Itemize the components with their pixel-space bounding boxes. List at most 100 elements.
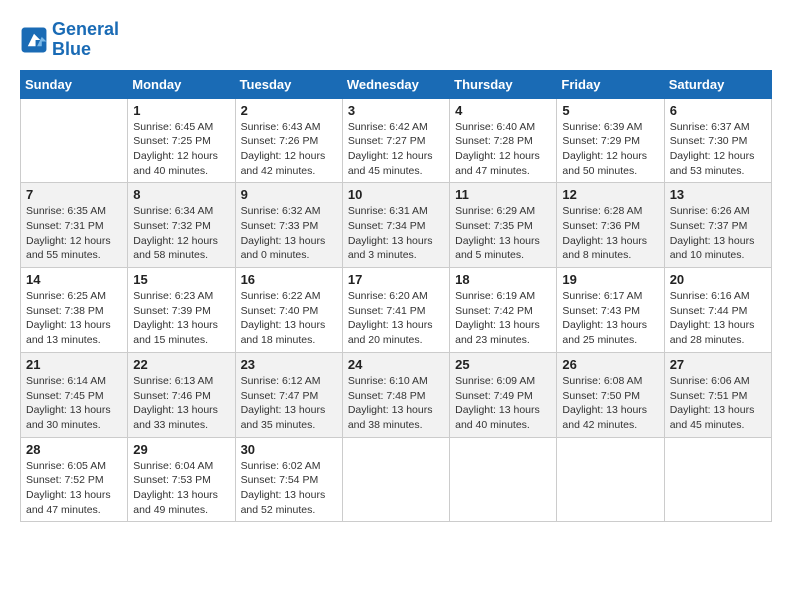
day-info: Sunrise: 6:37 AMSunset: 7:30 PMDaylight:…	[670, 120, 766, 179]
calendar-week-3: 14 Sunrise: 6:25 AMSunset: 7:38 PMDayligh…	[21, 268, 772, 353]
day-number: 16	[241, 272, 337, 287]
calendar-cell: 30 Sunrise: 6:02 AMSunset: 7:54 PMDayligh…	[235, 437, 342, 522]
calendar-cell: 12 Sunrise: 6:28 AMSunset: 7:36 PMDayligh…	[557, 183, 664, 268]
day-info: Sunrise: 6:35 AMSunset: 7:31 PMDaylight:…	[26, 204, 122, 263]
day-number: 4	[455, 103, 551, 118]
day-info: Sunrise: 6:09 AMSunset: 7:49 PMDaylight:…	[455, 374, 551, 433]
day-info: Sunrise: 6:32 AMSunset: 7:33 PMDaylight:…	[241, 204, 337, 263]
day-info: Sunrise: 6:28 AMSunset: 7:36 PMDaylight:…	[562, 204, 658, 263]
day-number: 14	[26, 272, 122, 287]
calendar-body: 1 Sunrise: 6:45 AMSunset: 7:25 PMDaylight…	[21, 98, 772, 522]
calendar-cell: 17Sunrise: 6:20 AMSunset: 7:41 PMDayligh…	[342, 268, 449, 353]
day-number: 12	[562, 187, 658, 202]
day-info: Sunrise: 6:22 AMSunset: 7:40 PMDaylight:…	[241, 289, 337, 348]
day-number: 13	[670, 187, 766, 202]
day-number: 30	[241, 442, 337, 457]
day-number: 23	[241, 357, 337, 372]
calendar-cell: 23 Sunrise: 6:12 AMSunset: 7:47 PMDayligh…	[235, 352, 342, 437]
day-number: 9	[241, 187, 337, 202]
logo-text: General Blue	[52, 20, 119, 60]
calendar-cell: 14 Sunrise: 6:25 AMSunset: 7:38 PMDayligh…	[21, 268, 128, 353]
calendar-cell: 20Sunrise: 6:16 AMSunset: 7:44 PMDayligh…	[664, 268, 771, 353]
calendar-cell	[21, 98, 128, 183]
day-info: Sunrise: 6:29 AMSunset: 7:35 PMDaylight:…	[455, 204, 551, 263]
day-number: 22	[133, 357, 229, 372]
calendar-cell: 10Sunrise: 6:31 AMSunset: 7:34 PMDayligh…	[342, 183, 449, 268]
calendar-cell: 6 Sunrise: 6:37 AMSunset: 7:30 PMDaylight…	[664, 98, 771, 183]
day-number: 11	[455, 187, 551, 202]
day-number: 6	[670, 103, 766, 118]
column-header-friday: Friday	[557, 70, 664, 98]
day-info: Sunrise: 6:12 AMSunset: 7:47 PMDaylight:…	[241, 374, 337, 433]
day-number: 2	[241, 103, 337, 118]
calendar-cell: 11 Sunrise: 6:29 AMSunset: 7:35 PMDayligh…	[450, 183, 557, 268]
day-info: Sunrise: 6:06 AMSunset: 7:51 PMDaylight:…	[670, 374, 766, 433]
calendar-cell: 4 Sunrise: 6:40 AMSunset: 7:28 PMDaylight…	[450, 98, 557, 183]
column-header-monday: Monday	[128, 70, 235, 98]
day-info: Sunrise: 6:25 AMSunset: 7:38 PMDaylight:…	[26, 289, 122, 348]
calendar-cell: 9 Sunrise: 6:32 AMSunset: 7:33 PMDaylight…	[235, 183, 342, 268]
calendar-cell	[450, 437, 557, 522]
calendar-week-4: 21 Sunrise: 6:14 AMSunset: 7:45 PMDayligh…	[21, 352, 772, 437]
day-info: Sunrise: 6:40 AMSunset: 7:28 PMDaylight:…	[455, 120, 551, 179]
logo: General Blue	[20, 20, 119, 60]
calendar-header: SundayMondayTuesdayWednesdayThursdayFrid…	[21, 70, 772, 98]
column-header-wednesday: Wednesday	[342, 70, 449, 98]
day-number: 28	[26, 442, 122, 457]
header-row: SundayMondayTuesdayWednesdayThursdayFrid…	[21, 70, 772, 98]
calendar-cell: 29 Sunrise: 6:04 AMSunset: 7:53 PMDayligh…	[128, 437, 235, 522]
day-number: 19	[562, 272, 658, 287]
calendar-cell: 19 Sunrise: 6:17 AMSunset: 7:43 PMDayligh…	[557, 268, 664, 353]
day-info: Sunrise: 6:17 AMSunset: 7:43 PMDaylight:…	[562, 289, 658, 348]
calendar-cell: 13 Sunrise: 6:26 AMSunset: 7:37 PMDayligh…	[664, 183, 771, 268]
column-header-thursday: Thursday	[450, 70, 557, 98]
day-number: 27	[670, 357, 766, 372]
calendar-cell: 5 Sunrise: 6:39 AMSunset: 7:29 PMDaylight…	[557, 98, 664, 183]
day-number: 1	[133, 103, 229, 118]
calendar-cell: 18 Sunrise: 6:19 AMSunset: 7:42 PMDayligh…	[450, 268, 557, 353]
calendar-cell	[342, 437, 449, 522]
column-header-tuesday: Tuesday	[235, 70, 342, 98]
day-info: Sunrise: 6:05 AMSunset: 7:52 PMDaylight:…	[26, 459, 122, 518]
calendar-cell: 8Sunrise: 6:34 AMSunset: 7:32 PMDaylight…	[128, 183, 235, 268]
day-info: Sunrise: 6:08 AMSunset: 7:50 PMDaylight:…	[562, 374, 658, 433]
logo-icon	[20, 26, 48, 54]
day-number: 18	[455, 272, 551, 287]
day-info: Sunrise: 6:39 AMSunset: 7:29 PMDaylight:…	[562, 120, 658, 179]
day-info: Sunrise: 6:43 AMSunset: 7:26 PMDaylight:…	[241, 120, 337, 179]
day-number: 25	[455, 357, 551, 372]
day-number: 7	[26, 187, 122, 202]
calendar-cell: 25 Sunrise: 6:09 AMSunset: 7:49 PMDayligh…	[450, 352, 557, 437]
day-info: Sunrise: 6:04 AMSunset: 7:53 PMDaylight:…	[133, 459, 229, 518]
calendar-cell: 28 Sunrise: 6:05 AMSunset: 7:52 PMDayligh…	[21, 437, 128, 522]
calendar-cell: 16 Sunrise: 6:22 AMSunset: 7:40 PMDayligh…	[235, 268, 342, 353]
day-info: Sunrise: 6:02 AMSunset: 7:54 PMDaylight:…	[241, 459, 337, 518]
calendar-cell: 7 Sunrise: 6:35 AMSunset: 7:31 PMDaylight…	[21, 183, 128, 268]
calendar-cell: 22 Sunrise: 6:13 AMSunset: 7:46 PMDayligh…	[128, 352, 235, 437]
page-header: General Blue	[20, 20, 772, 60]
day-info: Sunrise: 6:10 AMSunset: 7:48 PMDaylight:…	[348, 374, 444, 433]
day-number: 8	[133, 187, 229, 202]
day-number: 24	[348, 357, 444, 372]
day-number: 29	[133, 442, 229, 457]
day-info: Sunrise: 6:14 AMSunset: 7:45 PMDaylight:…	[26, 374, 122, 433]
calendar-cell: 15Sunrise: 6:23 AMSunset: 7:39 PMDayligh…	[128, 268, 235, 353]
calendar-cell: 26Sunrise: 6:08 AMSunset: 7:50 PMDayligh…	[557, 352, 664, 437]
column-header-sunday: Sunday	[21, 70, 128, 98]
calendar-week-5: 28 Sunrise: 6:05 AMSunset: 7:52 PMDayligh…	[21, 437, 772, 522]
day-number: 17	[348, 272, 444, 287]
day-number: 21	[26, 357, 122, 372]
calendar-cell: 2 Sunrise: 6:43 AMSunset: 7:26 PMDaylight…	[235, 98, 342, 183]
calendar-week-2: 7 Sunrise: 6:35 AMSunset: 7:31 PMDaylight…	[21, 183, 772, 268]
day-info: Sunrise: 6:13 AMSunset: 7:46 PMDaylight:…	[133, 374, 229, 433]
column-header-saturday: Saturday	[664, 70, 771, 98]
day-number: 5	[562, 103, 658, 118]
day-info: Sunrise: 6:19 AMSunset: 7:42 PMDaylight:…	[455, 289, 551, 348]
day-number: 10	[348, 187, 444, 202]
day-info: Sunrise: 6:45 AMSunset: 7:25 PMDaylight:…	[133, 120, 229, 179]
day-number: 3	[348, 103, 444, 118]
calendar-cell: 21 Sunrise: 6:14 AMSunset: 7:45 PMDayligh…	[21, 352, 128, 437]
calendar-cell: 3Sunrise: 6:42 AMSunset: 7:27 PMDaylight…	[342, 98, 449, 183]
day-info: Sunrise: 6:26 AMSunset: 7:37 PMDaylight:…	[670, 204, 766, 263]
calendar-table: SundayMondayTuesdayWednesdayThursdayFrid…	[20, 70, 772, 523]
